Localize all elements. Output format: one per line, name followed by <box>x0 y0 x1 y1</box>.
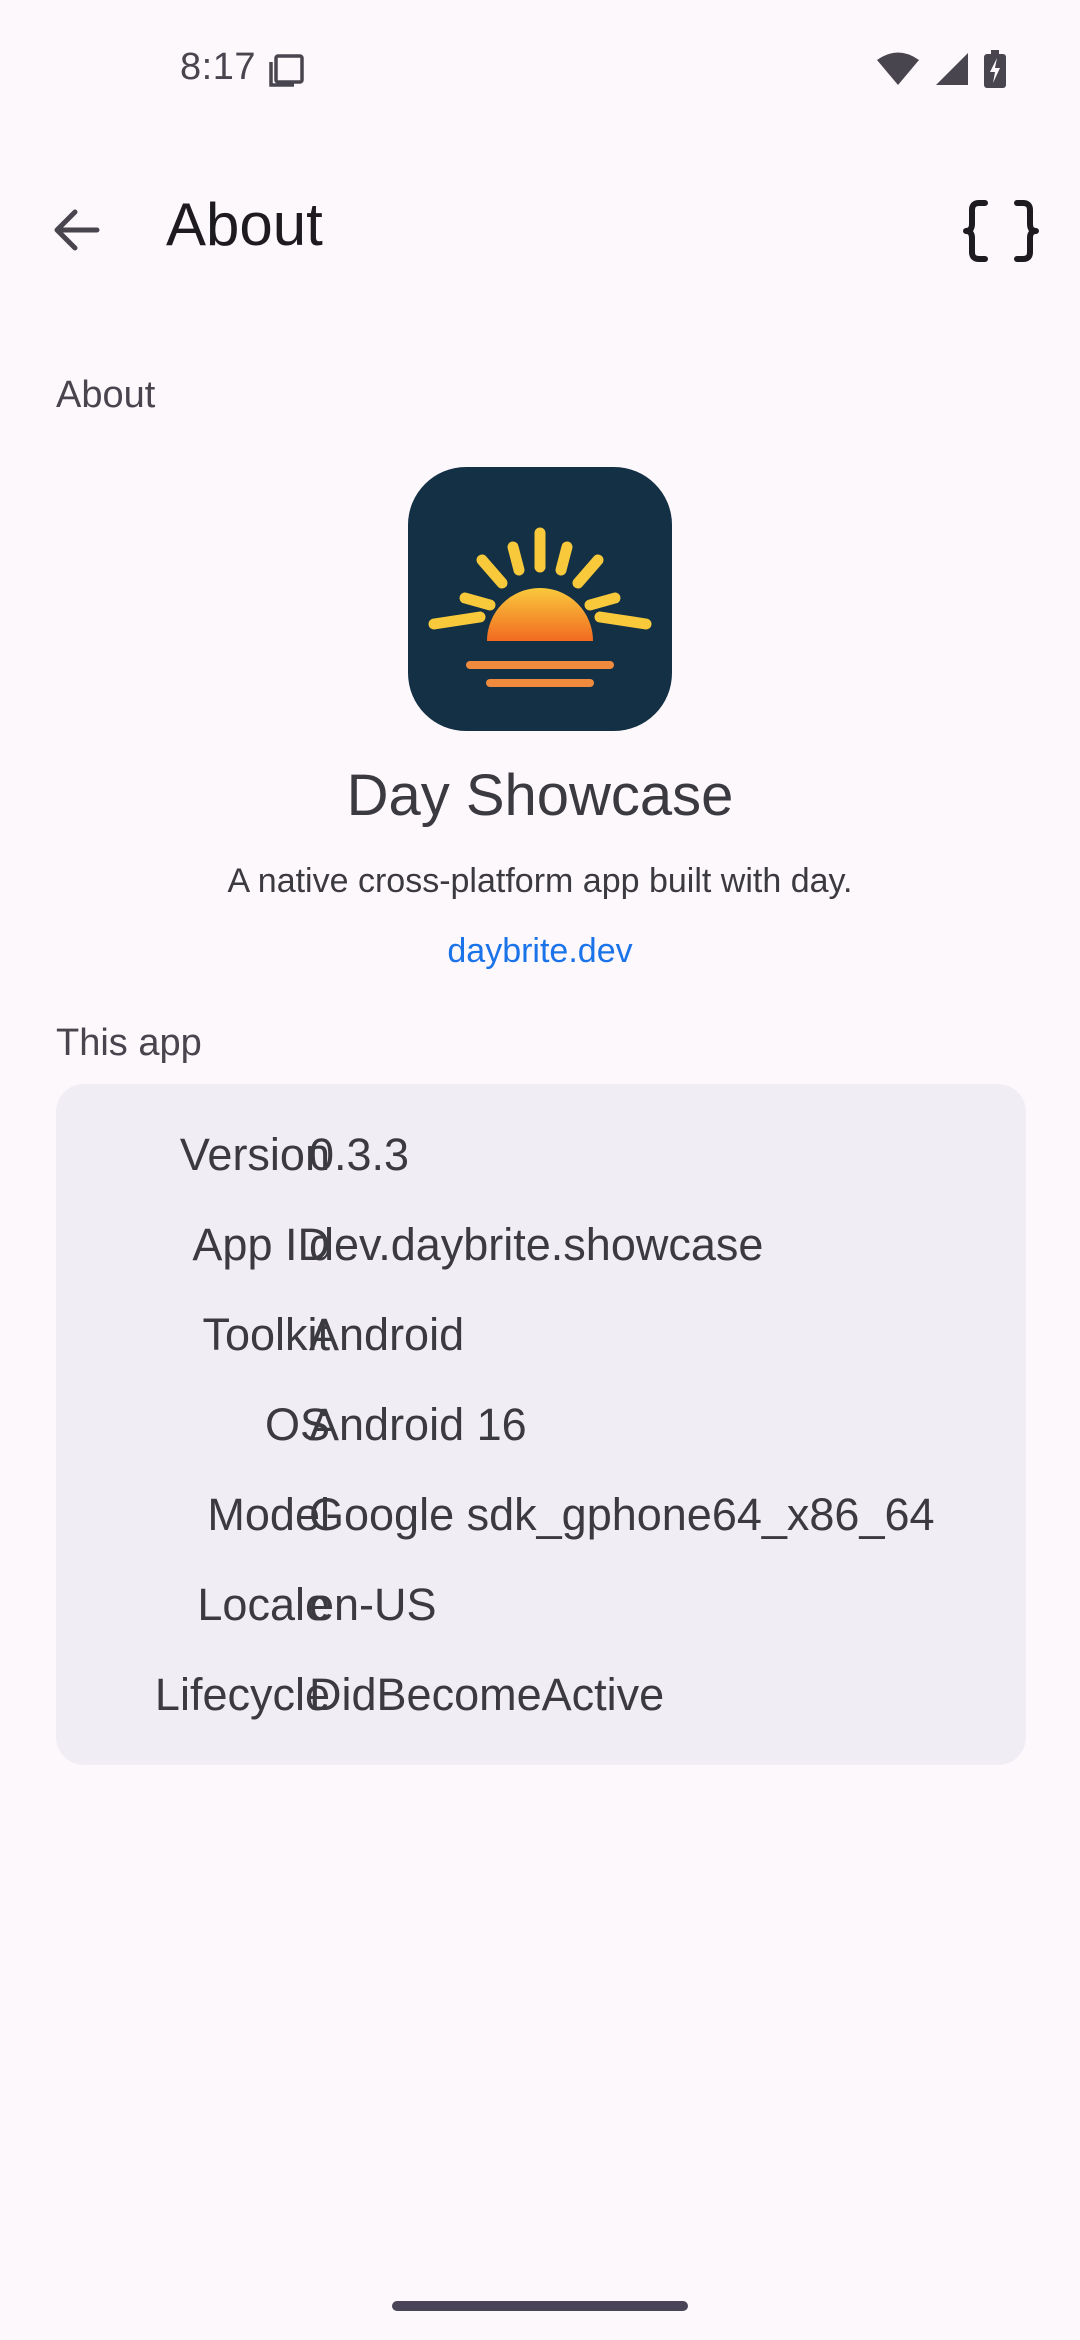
info-row-lifecycle: Lifecycle DidBecomeActive <box>56 1669 1026 1759</box>
info-row-toolkit: Toolkit Android <box>56 1309 1026 1399</box>
about-section-label: About <box>56 374 156 416</box>
curly-braces-icon <box>963 200 1039 262</box>
info-row-os: OS Android 16 <box>56 1399 1026 1489</box>
app-name: Day Showcase <box>346 763 734 828</box>
info-value: Android 16 <box>309 1399 527 1450</box>
status-icons <box>876 50 1006 88</box>
info-value: en-US <box>309 1579 437 1630</box>
this-app-section-label: This app <box>56 1022 202 1064</box>
page-title: About <box>166 191 323 258</box>
sunrise-icon <box>428 527 652 687</box>
website-link[interactable]: daybrite.dev <box>0 932 1080 971</box>
info-row-app-id: App ID dev.daybrite.showcase <box>56 1219 1026 1309</box>
app-tagline: A native cross-platform app built with d… <box>227 862 853 900</box>
app-logo <box>408 467 672 731</box>
info-value: Android <box>309 1309 465 1360</box>
signal-icon <box>936 53 968 85</box>
home-gesture-handle[interactable] <box>392 2301 688 2311</box>
info-value: Google sdk_gphone64_x86_64 <box>309 1489 935 1540</box>
info-value: DidBecomeActive <box>309 1669 665 1720</box>
battery-charging-icon <box>984 50 1006 88</box>
wifi-icon <box>877 52 919 85</box>
status-time: 8:17 <box>180 46 256 88</box>
info-value: 0.3.3 <box>309 1129 410 1180</box>
info-row-version: Version 0.3.3 <box>56 1129 1026 1219</box>
top-app-bar: About <box>0 160 1080 290</box>
view-json-button[interactable] <box>956 186 1046 276</box>
status-bar: 8:17 <box>0 0 1080 140</box>
info-row-model: Model Google sdk_gphone64_x86_64 <box>56 1489 1026 1579</box>
notification-copy-icon <box>269 54 304 87</box>
info-key: Lifecycle <box>154 1669 330 1720</box>
app-info-card: Version 0.3.3 App ID dev.daybrite.showca… <box>56 1084 1026 1765</box>
back-button[interactable] <box>34 188 118 272</box>
info-value: dev.daybrite.showcase <box>309 1219 764 1270</box>
info-row-locale: Locale en-US <box>56 1579 1026 1669</box>
info-key: Version <box>179 1129 330 1180</box>
arrow-left-icon <box>54 209 100 251</box>
